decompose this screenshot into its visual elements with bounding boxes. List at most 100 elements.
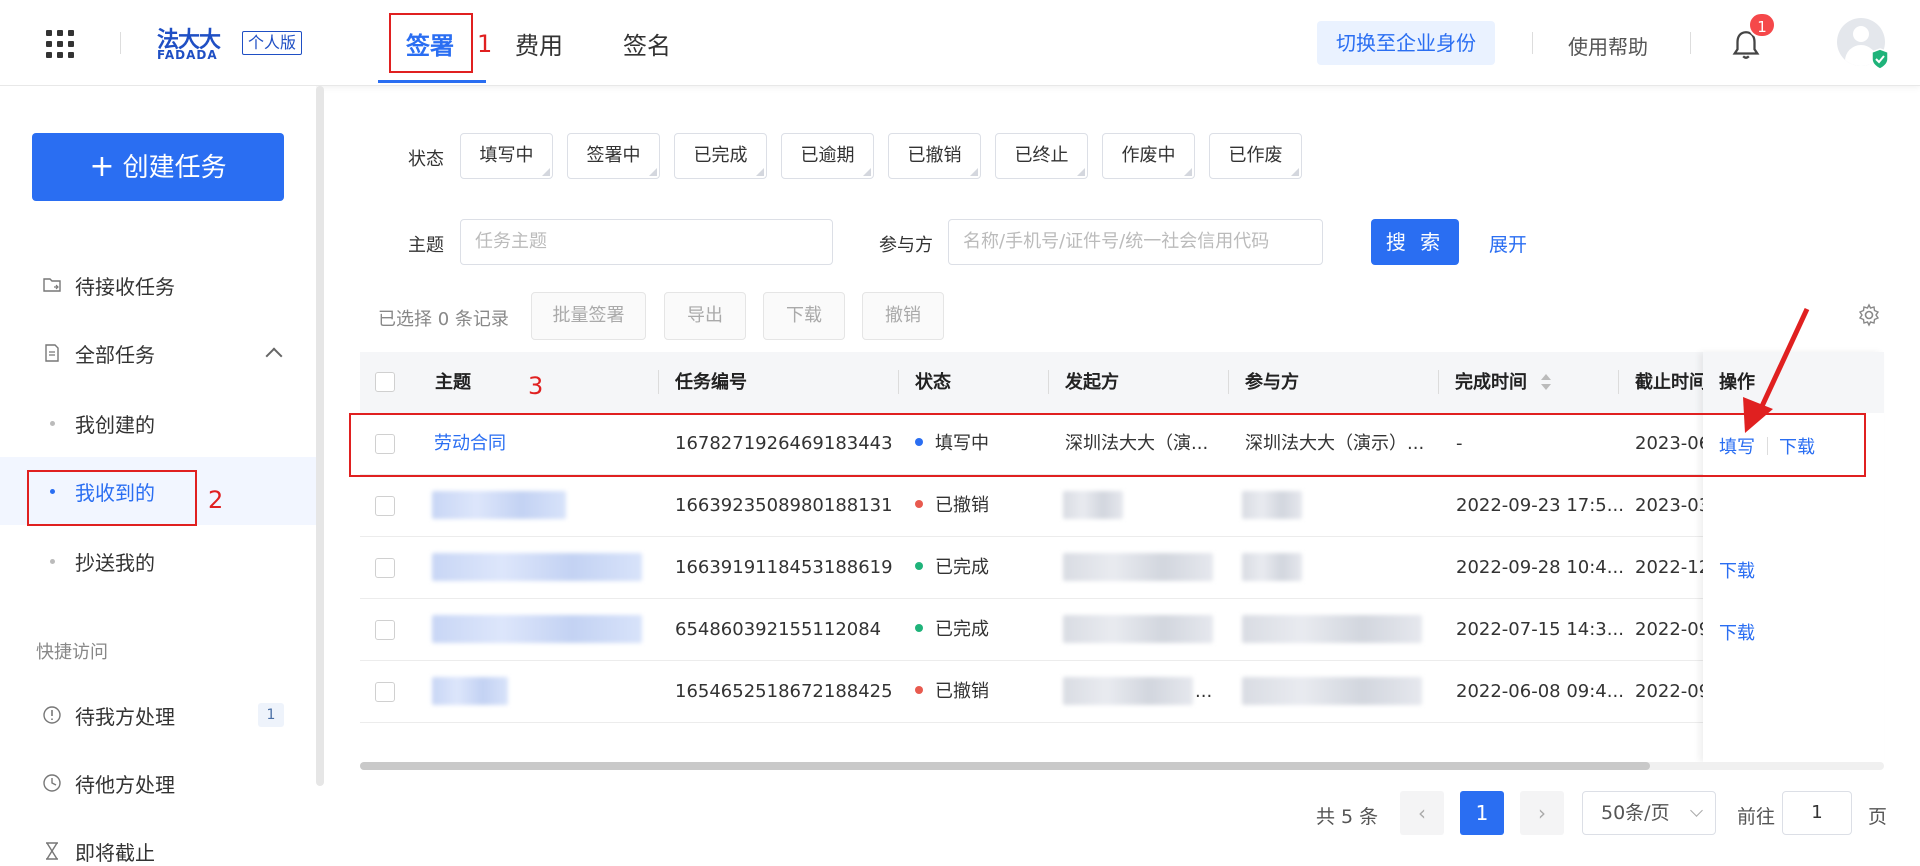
select-all-checkbox[interactable]: [375, 372, 395, 392]
row-deadline: 2022-09-: [1635, 619, 1705, 640]
row-initiator-ellipsis: ...: [1195, 681, 1213, 702]
hourglass-icon: [46, 842, 58, 860]
create-task-label: 创建任务: [122, 153, 227, 183]
chevron-up-icon[interactable]: [265, 347, 283, 365]
subject-input[interactable]: 任务主题: [460, 219, 833, 265]
table-row[interactable]: 1663919118453188619 已完成 2022-09-28 10:4.…: [360, 537, 1884, 599]
tab-fees[interactable]: 费用: [515, 26, 563, 61]
column-header-task-id: 任务编号: [675, 372, 747, 393]
page-size-value: 50条/页: [1601, 802, 1670, 824]
sidebar-item-cc-to-me[interactable]: 抄送我的: [0, 527, 316, 595]
blurred-subject: [432, 553, 642, 581]
goto-page-input[interactable]: 1: [1782, 791, 1852, 835]
row-completion-time: 2022-06-08 09:4...: [1456, 681, 1624, 702]
export-button[interactable]: 导出: [664, 292, 746, 340]
horizontal-scrollbar-thumb[interactable]: [360, 762, 1650, 770]
tab-signature[interactable]: 签名: [623, 26, 671, 61]
sidebar-item-all-tasks[interactable]: 全部任务: [0, 319, 316, 387]
row-status: 已完成: [915, 599, 989, 661]
status-filter-label: 状态: [408, 149, 444, 170]
sidebar-item-pending[interactable]: 待接收任务: [0, 251, 316, 319]
blurred-initiator: [1063, 615, 1213, 643]
switch-enterprise-button[interactable]: 切换至企业身份: [1317, 21, 1495, 65]
row-checkbox[interactable]: [375, 496, 395, 516]
alert-circle-icon: [43, 706, 61, 724]
help-link[interactable]: 使用帮助: [1568, 31, 1648, 60]
row-completion-time: 2022-09-23 17:5...: [1456, 495, 1624, 516]
status-filter-signing[interactable]: 签署中: [567, 133, 660, 179]
blurred-participant: [1242, 677, 1422, 705]
sidebar-item-my-pending[interactable]: 待我方处理 1: [0, 681, 316, 749]
sidebar-item-label: 我创建的: [75, 412, 155, 437]
batch-sign-button[interactable]: 批量签署: [531, 292, 646, 340]
revoke-button[interactable]: 撤销: [862, 292, 944, 340]
subject-filter-label: 主题: [408, 235, 444, 256]
bullet-dot: [50, 420, 55, 426]
blurred-initiator: [1063, 491, 1123, 519]
apps-grid-icon[interactable]: [46, 30, 74, 58]
row-checkbox[interactable]: [375, 558, 395, 578]
row-status: 已撤销: [915, 475, 989, 537]
status-filter-completed[interactable]: 已完成: [674, 133, 767, 179]
column-header-status: 状态: [915, 372, 951, 393]
row-checkbox[interactable]: [375, 682, 395, 702]
sort-icon[interactable]: [1540, 371, 1552, 393]
blurred-participant: [1242, 491, 1302, 519]
sidebar-item-created-by-me[interactable]: 我创建的: [0, 389, 316, 457]
table-row[interactable]: 1654652518672188425 已撤销 ... 2022-06-08 0…: [360, 661, 1884, 723]
top-header: 法大大 FADADA 个人版 签署 费用 签名 切换至企业身份 使用帮助 1: [0, 0, 1920, 86]
header-divider: [120, 32, 121, 54]
sidebar-item-label: 抄送我的: [75, 550, 155, 575]
sidebar-item-expiring[interactable]: 即将截止: [0, 817, 316, 866]
blurred-subject: [432, 677, 508, 705]
status-filter-filling[interactable]: 填写中: [460, 133, 553, 179]
edition-badge: 个人版: [242, 31, 303, 55]
table-row[interactable]: 654860392155112084 已完成 2022-07-15 14:3..…: [360, 599, 1884, 661]
status-filter-voiding[interactable]: 作废中: [1102, 133, 1195, 179]
header-divider: [1532, 32, 1533, 54]
status-filter-overdue[interactable]: 已逾期: [781, 133, 874, 179]
row-completion-time: 2022-09-28 10:4...: [1456, 557, 1624, 578]
sidebar-item-label: 待我方处理: [75, 704, 175, 729]
download-action-link[interactable]: 下载: [1719, 557, 1755, 583]
header-divider: [1690, 32, 1691, 54]
column-header-completion-time[interactable]: 完成时间: [1455, 352, 1527, 413]
status-dot: [915, 686, 923, 694]
selection-count: 已选择 0 条记录: [378, 309, 509, 330]
brand-logo[interactable]: 法大大 FADADA 个人版: [157, 22, 307, 62]
expand-filters-link[interactable]: 展开: [1489, 230, 1527, 257]
page-size-select[interactable]: 50条/页: [1582, 791, 1716, 835]
party-input[interactable]: 名称/手机号/证件号/统一社会信用代码: [948, 219, 1323, 265]
column-header-deadline: 截止时间: [1635, 372, 1707, 393]
sidebar-item-others-pending[interactable]: 待他方处理: [0, 749, 316, 817]
status-filter-terminated[interactable]: 已终止: [995, 133, 1088, 179]
status-dot: [915, 562, 923, 570]
status-dot: [915, 624, 923, 632]
table-row[interactable]: 1663923508980188131 已撤销 2022-09-23 17:5.…: [360, 475, 1884, 537]
active-tab-indicator: [378, 80, 486, 83]
row-task-id: 1663919118453188619: [675, 557, 893, 578]
status-filter-revoked[interactable]: 已撤销: [888, 133, 981, 179]
table-header: 主题 任务编号 状态 发起方 参与方 完成时间 截止时间: [360, 352, 1884, 413]
row-status: 已完成: [915, 537, 989, 599]
sidebar-item-label: 待他方处理: [75, 772, 175, 797]
row-checkbox[interactable]: [375, 620, 395, 640]
row-task-id: 1663923508980188131: [675, 495, 893, 516]
search-button[interactable]: 搜 索: [1371, 219, 1459, 265]
next-page-button[interactable]: ›: [1520, 791, 1564, 835]
prev-page-button[interactable]: ‹: [1400, 791, 1444, 835]
status-filter-voided[interactable]: 已作废: [1209, 133, 1302, 179]
sidebar-scrollbar[interactable]: [316, 86, 324, 786]
sidebar-item-label: 待接收任务: [75, 274, 175, 299]
create-task-button[interactable]: + 创建任务: [32, 133, 284, 201]
chevron-down-icon: [1690, 804, 1703, 817]
quick-access-title: 快捷访问: [36, 642, 108, 663]
page-button-current[interactable]: 1: [1460, 791, 1504, 835]
gear-icon[interactable]: [1857, 303, 1881, 327]
column-header-subject: 主题: [435, 372, 471, 393]
row-status: 已撤销: [915, 661, 989, 723]
task-table: 主题 任务编号 状态 发起方 参与方 完成时间 截止时间 劳动合同 167827…: [360, 352, 1884, 762]
download-action-link[interactable]: 下载: [1719, 619, 1755, 645]
annotation-box-target-row: [349, 413, 1866, 477]
download-button[interactable]: 下载: [763, 292, 845, 340]
